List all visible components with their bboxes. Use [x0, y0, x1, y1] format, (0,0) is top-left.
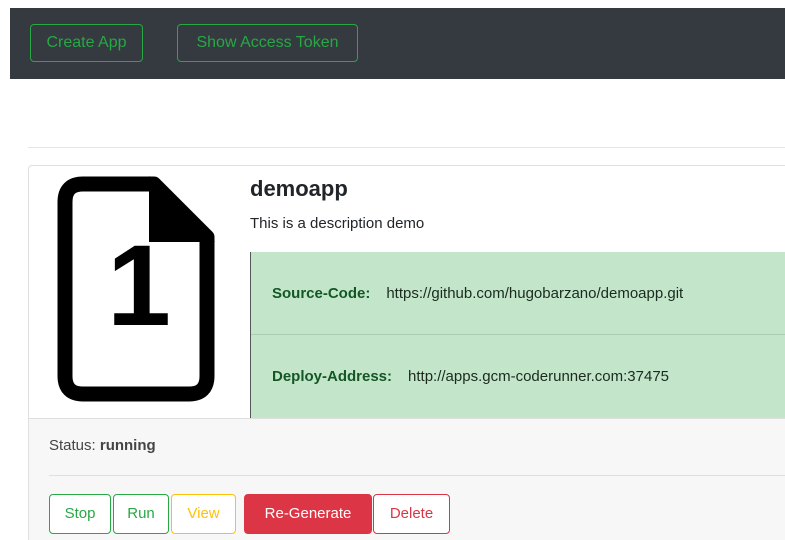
status-text: Status: running: [49, 437, 156, 454]
app-card-footer: Status: running Stop Run View Re-Generat…: [29, 418, 785, 540]
status-label: Status:: [49, 437, 100, 454]
regenerate-button[interactable]: Re-Generate: [244, 494, 372, 534]
app-description: This is a description demo: [250, 215, 425, 232]
run-button[interactable]: Run: [113, 494, 169, 534]
deploy-address-label: Deploy-Address:: [272, 368, 393, 385]
source-code-row: Source-Code: https://github.com/hugobarz…: [251, 252, 785, 335]
icon-number-label: 1: [107, 222, 171, 350]
source-code-label: Source-Code:: [272, 284, 371, 302]
top-navbar: Create App Show Access Token: [10, 8, 785, 79]
deploy-address-link[interactable]: http://apps.gcm-coderunner.com:37475: [408, 368, 669, 385]
view-button[interactable]: View: [171, 494, 236, 534]
deploy-address-row: Deploy-Address: http://apps.gcm-coderunn…: [251, 335, 785, 418]
app-title: demoapp: [250, 176, 348, 201]
create-app-button[interactable]: Create App: [30, 24, 143, 62]
footer-divider: [49, 475, 785, 476]
stop-button[interactable]: Stop: [49, 494, 111, 534]
status-value: running: [99, 437, 156, 454]
app-info-box: Source-Code: https://github.com/hugobarz…: [250, 252, 785, 418]
file-number-icon: 1: [57, 176, 215, 402]
show-access-token-button[interactable]: Show Access Token: [177, 24, 358, 62]
app-card: 1 demoapp This is a description demo Sou…: [28, 165, 785, 540]
delete-button[interactable]: Delete: [373, 494, 450, 534]
source-code-link[interactable]: https://github.com/hugobarzano/demoapp.g…: [386, 285, 683, 302]
section-divider: [28, 147, 785, 148]
